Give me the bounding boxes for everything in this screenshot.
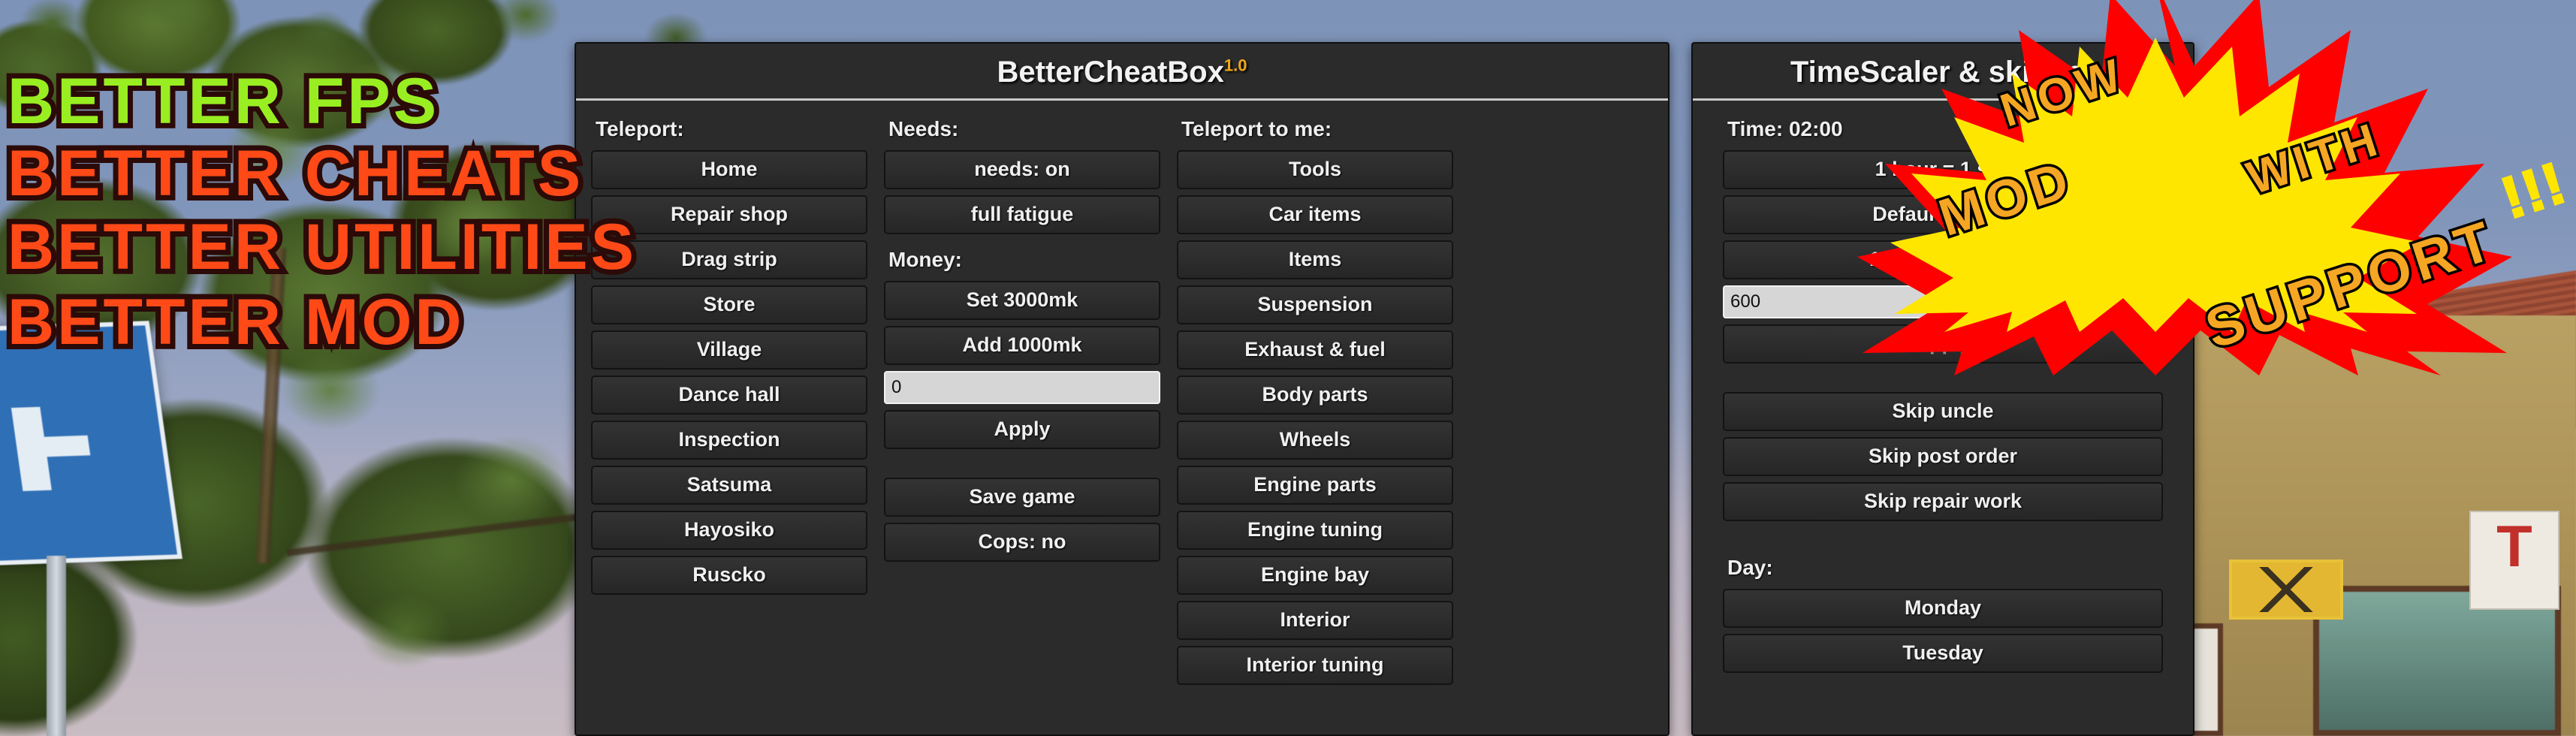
- spawn-items-button[interactable]: Items: [1177, 240, 1453, 279]
- time-display: Time: 02:00: [1727, 117, 1843, 140]
- teleport-store-button[interactable]: Store: [591, 285, 867, 324]
- spawn-interior-button[interactable]: Interior: [1177, 601, 1453, 640]
- spawn-car-items-button[interactable]: Car items: [1177, 195, 1453, 234]
- teleport-to-me-header: Teleport to me:: [1181, 117, 1332, 140]
- spawn-wheels-button[interactable]: Wheels: [1177, 421, 1453, 460]
- column-teleport: Teleport: Home Repair shop Drag strip St…: [591, 114, 867, 691]
- teleport-hayosiko-button[interactable]: Hayosiko: [591, 511, 867, 550]
- teleport-satsuma-button[interactable]: Satsuma: [591, 466, 867, 505]
- teleport-home-button[interactable]: Home: [591, 150, 867, 189]
- teleport-dance-hall-button[interactable]: Dance hall: [591, 376, 867, 415]
- posti-envelope-sign: [2229, 560, 2343, 620]
- scale-value-input[interactable]: [1723, 285, 2163, 318]
- telephone-sign: [2469, 511, 2559, 610]
- panel-title: BetterCheatBox1.0: [576, 44, 1668, 98]
- panel-title-text: BetterCheatBox: [997, 56, 1224, 89]
- day-tuesday-button[interactable]: Tuesday: [1723, 634, 2163, 673]
- columns-container: Teleport: Home Repair shop Drag strip St…: [591, 114, 1653, 691]
- spawn-engine-tuning-button[interactable]: Engine tuning: [1177, 511, 1453, 550]
- spawn-interior-tuning-button[interactable]: Interior tuning: [1177, 646, 1453, 685]
- scale-1hour-1sec-button[interactable]: 1 hour = 1 sec: [1723, 150, 2163, 189]
- set-3000mk-button[interactable]: Set 3000mk: [884, 281, 1160, 320]
- spawn-body-parts-button[interactable]: Body parts: [1177, 376, 1453, 415]
- spawn-exhaust-fuel-button[interactable]: Exhaust & fuel: [1177, 330, 1453, 370]
- skip-repair-work-button[interactable]: Skip repair work: [1723, 482, 2163, 521]
- teleport-inspection-button[interactable]: Inspection: [591, 421, 867, 460]
- spawn-engine-bay-button[interactable]: Engine bay: [1177, 556, 1453, 595]
- spacer-skip: [1723, 370, 2163, 392]
- money-amount-input[interactable]: [884, 371, 1160, 404]
- column-needs-money: Needs: needs: on full fatigue Money: Set…: [884, 114, 1160, 691]
- save-game-button[interactable]: Save game: [884, 478, 1160, 517]
- full-fatigue-button[interactable]: full fatigue: [884, 195, 1160, 234]
- add-1000mk-button[interactable]: Add 1000mk: [884, 326, 1160, 365]
- skip-uncle-button[interactable]: Skip uncle: [1723, 392, 2163, 431]
- money-apply-button[interactable]: Apply: [884, 410, 1160, 449]
- teleport-ruscko-button[interactable]: Ruscko: [591, 556, 867, 595]
- scale-apply-button[interactable]: Apply: [1723, 324, 2163, 363]
- spawn-suspension-button[interactable]: Suspension: [1177, 285, 1453, 324]
- bettercheatbox-panel[interactable]: BetterCheatBox1.0 Teleport: Home Repair …: [575, 42, 1670, 736]
- column-teleport-to-me: Teleport to me: Tools Car items Items Su…: [1177, 114, 1453, 691]
- skip-post-order-button[interactable]: Skip post order: [1723, 437, 2163, 476]
- money-header: Money:: [888, 248, 962, 271]
- timescaler-body: Time: 02:00 1 hour = 1 sec Default (5 mi…: [1693, 101, 2193, 733]
- spawn-engine-parts-button[interactable]: Engine parts: [1177, 466, 1453, 505]
- scale-1hour-1hour-button[interactable]: 1 hour = 1 hour: [1723, 240, 2163, 279]
- needs-toggle-button[interactable]: needs: on: [884, 150, 1160, 189]
- day-header: Day:: [1727, 556, 1773, 579]
- spawn-tools-button[interactable]: Tools: [1177, 150, 1453, 189]
- teleport-header: Teleport:: [596, 117, 684, 140]
- panel-body: Teleport: Home Repair shop Drag strip St…: [576, 101, 1668, 733]
- panel-version: 1.0: [1223, 56, 1247, 75]
- timescaler-title: TimeScaler & skipper: [1790, 56, 2096, 89]
- teleport-village-button[interactable]: Village: [591, 330, 867, 370]
- road-sign-post: [47, 556, 66, 736]
- needs-header: Needs:: [888, 117, 959, 140]
- day-monday-button[interactable]: Monday: [1723, 589, 2163, 628]
- teleport-drag-strip-button[interactable]: Drag strip: [591, 240, 867, 279]
- cops-toggle-button[interactable]: Cops: no: [884, 523, 1160, 562]
- timescaler-panel[interactable]: TimeScaler & skipper Time: 02:00 1 hour …: [1691, 42, 2194, 736]
- scale-default-button[interactable]: Default (5 min): [1723, 195, 2163, 234]
- teleport-repair-shop-button[interactable]: Repair shop: [591, 195, 867, 234]
